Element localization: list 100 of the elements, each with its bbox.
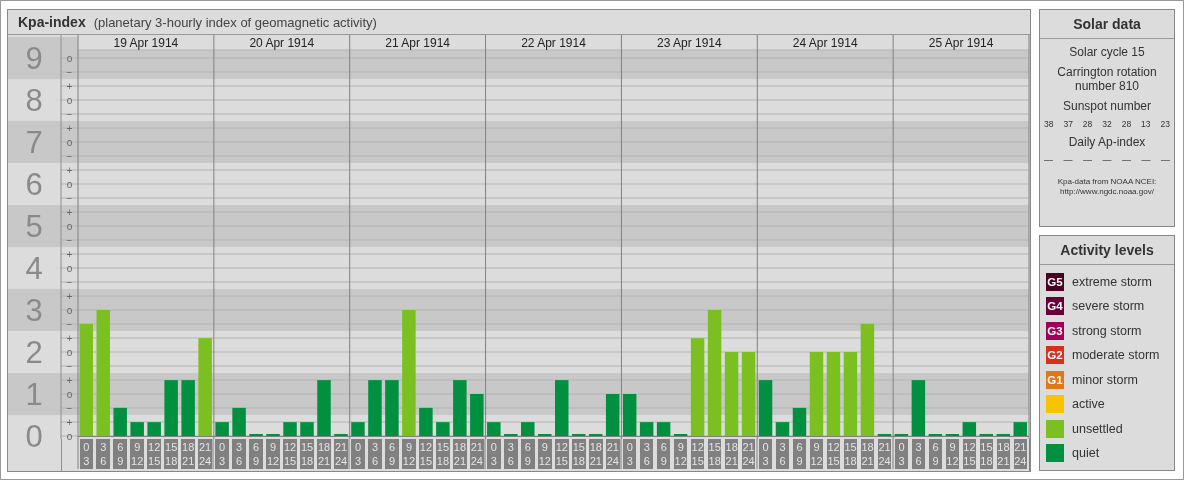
panel-title: Solar data <box>1040 10 1174 39</box>
sub-level-tick: o <box>66 304 73 316</box>
time-slot-label: 0 3 <box>79 439 93 469</box>
time-slot-label: 15 18 <box>436 439 450 469</box>
time-slot-label: 12 15 <box>826 439 841 469</box>
sunspot-number: 32 <box>1102 119 1112 129</box>
kp-level-label: 6 <box>25 167 43 202</box>
level-label: unsettled <box>1072 421 1123 436</box>
time-slot-label: 12 15 <box>419 439 433 469</box>
time-slot-label: 6 9 <box>792 439 807 469</box>
sub-level-tick: + <box>66 248 73 260</box>
kp-level-label: 9 <box>25 41 43 76</box>
kp-level-label: 7 <box>25 125 43 160</box>
time-slot-label: 3 6 <box>368 439 382 469</box>
kp-bar <box>164 380 178 436</box>
kp-bar <box>605 394 620 436</box>
sunspot-number: 28 <box>1121 119 1132 129</box>
time-slot-label: 6 9 <box>928 439 943 469</box>
sub-level-tick: o <box>66 388 73 400</box>
time-slot-label: 3 6 <box>775 439 790 469</box>
sub-level-tick: − <box>66 66 73 78</box>
time-slot-label: 15 18 <box>300 439 314 469</box>
level-label: extreme storm <box>1072 274 1152 289</box>
time-slot-label: 3 6 <box>232 439 246 469</box>
time-slot-label: 15 18 <box>979 439 994 469</box>
level-label: strong storm <box>1072 323 1142 338</box>
kp-level-label: 3 <box>25 293 43 328</box>
kp-bar <box>300 422 314 436</box>
panel-title: Activity levels <box>1040 235 1174 265</box>
time-slot-label: 0 3 <box>894 439 909 469</box>
time-slot-label: 6 9 <box>656 439 671 469</box>
kp-bar <box>639 422 654 436</box>
level-label: severe storm <box>1072 299 1145 313</box>
time-slot-label: 9 12 <box>402 439 416 469</box>
time-slot-label: 9 12 <box>809 439 824 469</box>
kp-bar <box>147 422 161 436</box>
sub-level-tick: o <box>66 430 73 442</box>
time-slot-label: 9 12 <box>945 439 960 469</box>
kp-bar <box>521 422 535 436</box>
sub-level-tick: − <box>66 276 73 288</box>
time-slot-label: 9 12 <box>538 439 552 469</box>
level-label: active <box>1072 397 1105 411</box>
time-slot-label: 3 6 <box>504 439 518 469</box>
kp-bar <box>232 407 246 436</box>
kp-level-label: 1 <box>25 377 43 412</box>
time-slot-label: 18 21 <box>860 439 875 469</box>
time-slot-label: 18 21 <box>724 439 739 469</box>
kp-level-label: 0 <box>25 419 43 454</box>
time-slot-label: 15 18 <box>707 439 722 469</box>
sub-level-tick: + <box>66 332 73 344</box>
time-slot-label: 0 3 <box>623 439 637 469</box>
sub-level-tick: + <box>66 206 73 218</box>
time-slot-label: 6 9 <box>113 439 127 469</box>
level-swatch: G2 <box>1046 346 1064 364</box>
kp-bar <box>792 407 807 436</box>
kp-bar <box>911 380 926 436</box>
kp-bar <box>113 407 127 436</box>
kp-bar <box>419 407 433 436</box>
time-slot-label: 18 21 <box>589 439 603 469</box>
sub-level-tick: + <box>66 290 73 302</box>
sub-level-tick: + <box>66 416 73 428</box>
time-slot-label: 15 18 <box>843 439 858 469</box>
time-slot-label: 0 3 <box>758 439 773 469</box>
time-slot-label: 21 24 <box>1013 439 1028 469</box>
date-label: 23 Apr 1914 <box>657 36 722 50</box>
kp-level-label: 2 <box>25 335 43 370</box>
sub-level-tick: + <box>66 80 73 92</box>
level-label: minor storm <box>1072 372 1138 387</box>
ap-index-title: Daily Ap-index <box>1068 135 1146 149</box>
kp-bar <box>130 422 144 436</box>
time-slot-label: 12 15 <box>962 439 977 469</box>
date-label: 19 Apr 1914 <box>113 36 179 50</box>
kp-bar <box>351 422 365 436</box>
time-slot-label: 15 18 <box>572 439 586 469</box>
sunspot-number: 23 <box>1160 119 1170 129</box>
sub-level-tick: − <box>66 318 73 330</box>
time-slot-label: 12 15 <box>555 439 569 469</box>
ap-index-value: — <box>1122 155 1131 165</box>
kp-bar <box>656 422 671 436</box>
kp-bar <box>1013 422 1027 436</box>
kp-level-label: 8 <box>25 83 43 118</box>
sunspot-title: Sunspot number <box>1062 99 1152 113</box>
level-swatch: G1 <box>1046 370 1064 389</box>
time-slot-label: 12 15 <box>690 439 705 469</box>
kp-bar <box>775 422 790 436</box>
time-slot-label: 15 18 <box>164 439 178 469</box>
kp-bar <box>181 380 195 436</box>
sub-level-tick: − <box>66 402 73 414</box>
sub-level-tick: o <box>66 220 73 232</box>
sub-level-tick: o <box>66 346 73 358</box>
sub-level-tick: + <box>66 122 73 134</box>
kp-bar <box>487 422 501 436</box>
level-swatch: G5 <box>1046 272 1064 291</box>
ap-index-value: — <box>1161 155 1170 165</box>
date-label: 24 Apr 1914 <box>792 36 858 50</box>
kp-bar <box>962 422 977 436</box>
sunspot-number: 28 <box>1082 119 1093 129</box>
time-slot-label: 3 6 <box>911 439 926 469</box>
sunspot-number: 13 <box>1141 119 1151 129</box>
kp-bar <box>758 380 773 436</box>
